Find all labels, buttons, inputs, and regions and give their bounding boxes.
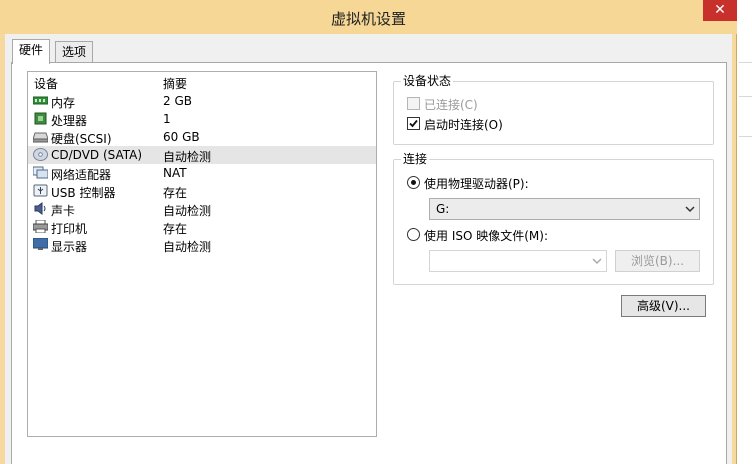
connect-at-power-on-label[interactable]: 启动时连接(O): [424, 116, 503, 133]
edge-line: [739, 96, 752, 97]
edge-line: [739, 62, 752, 63]
cd-dvd-icon: [33, 148, 48, 161]
device-row-memory[interactable]: 内存 2 GB: [28, 92, 376, 110]
physical-drive-label[interactable]: 使用物理驱动器(P):: [424, 175, 529, 192]
device-list-header: 设备 摘要: [28, 72, 376, 92]
column-header-summary[interactable]: 摘要: [163, 75, 187, 92]
device-name: 硬盘(SCSI): [51, 132, 112, 146]
device-summary: NAT: [163, 166, 187, 180]
device-name: USB 控制器: [51, 186, 116, 200]
device-name: 打印机: [51, 222, 88, 236]
physical-drive-select[interactable]: G:: [429, 198, 700, 220]
hard-disk-icon: [33, 132, 48, 143]
close-button[interactable]: ✕: [703, 0, 737, 21]
device-summary: 自动检测: [163, 150, 212, 164]
device-row-cd-dvd[interactable]: CD/DVD (SATA) 自动检测: [28, 146, 376, 164]
device-name: 显示器: [51, 240, 88, 254]
display-icon: [33, 238, 48, 250]
device-summary: 自动检测: [163, 240, 212, 254]
usb-icon: [33, 184, 48, 197]
device-name: 网络适配器: [51, 168, 112, 182]
chevron-down-icon: [592, 258, 602, 265]
physical-drive-radio[interactable]: [407, 176, 420, 189]
device-summary: 存在: [163, 222, 188, 236]
device-summary: 自动检测: [163, 204, 212, 218]
device-row-display[interactable]: 显示器 自动检测: [28, 236, 376, 254]
device-row-processor[interactable]: 处理器 1: [28, 110, 376, 128]
device-row-hard-disk[interactable]: 硬盘(SCSI) 60 GB: [28, 128, 376, 146]
device-name: CD/DVD (SATA): [51, 148, 143, 162]
tab-hardware[interactable]: 硬件: [12, 39, 51, 64]
device-summary: 2 GB: [163, 94, 192, 108]
connection-legend: 连接: [401, 152, 430, 166]
device-name: 内存: [51, 96, 76, 110]
sound-card-icon: [34, 202, 46, 215]
device-name: 处理器: [51, 114, 88, 128]
chevron-down-icon: [685, 206, 695, 213]
background-window-edge: [738, 0, 752, 464]
connected-label[interactable]: 已连接(C): [424, 96, 478, 113]
device-summary: 60 GB: [163, 130, 200, 144]
device-status-legend: 设备状态: [401, 74, 454, 88]
dialog-client-area: 硬件 选项 设备 摘要 内存 2 GB 处理器 1 硬盘(SCSI) 60 GB…: [5, 34, 732, 464]
window-title: 虚拟机设置: [330, 10, 406, 28]
column-header-device[interactable]: 设备: [34, 75, 58, 92]
title-bar[interactable]: 虚拟机设置 ✕: [0, 0, 737, 34]
device-name: 声卡: [51, 204, 76, 218]
network-adapter-icon: [33, 166, 48, 179]
device-status-group: 设备状态 已连接(C) 启动时连接(O): [393, 74, 714, 145]
hardware-tab-panel: 设备 摘要 内存 2 GB 处理器 1 硬盘(SCSI) 60 GB CD/DV…: [11, 62, 727, 464]
device-summary: 1: [163, 112, 171, 126]
iso-image-path-combo[interactable]: [429, 250, 607, 272]
tab-options[interactable]: 选项: [55, 41, 94, 63]
close-icon: ✕: [714, 2, 726, 18]
radio-selected-dot: [411, 180, 416, 185]
browse-button[interactable]: 浏览(B)...: [615, 250, 700, 272]
device-summary: 存在: [163, 186, 188, 200]
device-row-sound-card[interactable]: 声卡 自动检测: [28, 200, 376, 218]
dialog-window: 虚拟机设置 ✕ 硬件 选项 设备 摘要 内存 2 GB 处理器 1 硬盘(SCS…: [0, 0, 737, 464]
iso-image-label[interactable]: 使用 ISO 映像文件(M):: [424, 227, 548, 244]
device-row-usb[interactable]: USB 控制器 存在: [28, 182, 376, 200]
edge-line: [739, 136, 752, 137]
device-list[interactable]: 设备 摘要 内存 2 GB 处理器 1 硬盘(SCSI) 60 GB CD/DV…: [27, 71, 377, 437]
device-row-printer[interactable]: 打印机 存在: [28, 218, 376, 236]
connected-checkbox[interactable]: [407, 97, 420, 110]
connect-at-power-on-checkbox[interactable]: [407, 117, 420, 130]
connection-group: 连接 使用物理驱动器(P): G: 使用 ISO 映像文件(M): 浏览(B).…: [393, 152, 714, 285]
iso-image-radio[interactable]: [407, 228, 420, 241]
processor-icon: [34, 112, 47, 125]
memory-icon: [33, 96, 48, 105]
checkmark-icon: [409, 119, 418, 128]
printer-icon: [33, 220, 48, 233]
device-row-network-adapter[interactable]: 网络适配器 NAT: [28, 164, 376, 182]
advanced-button[interactable]: 高级(V)...: [621, 295, 706, 317]
physical-drive-value: G:: [436, 202, 450, 216]
